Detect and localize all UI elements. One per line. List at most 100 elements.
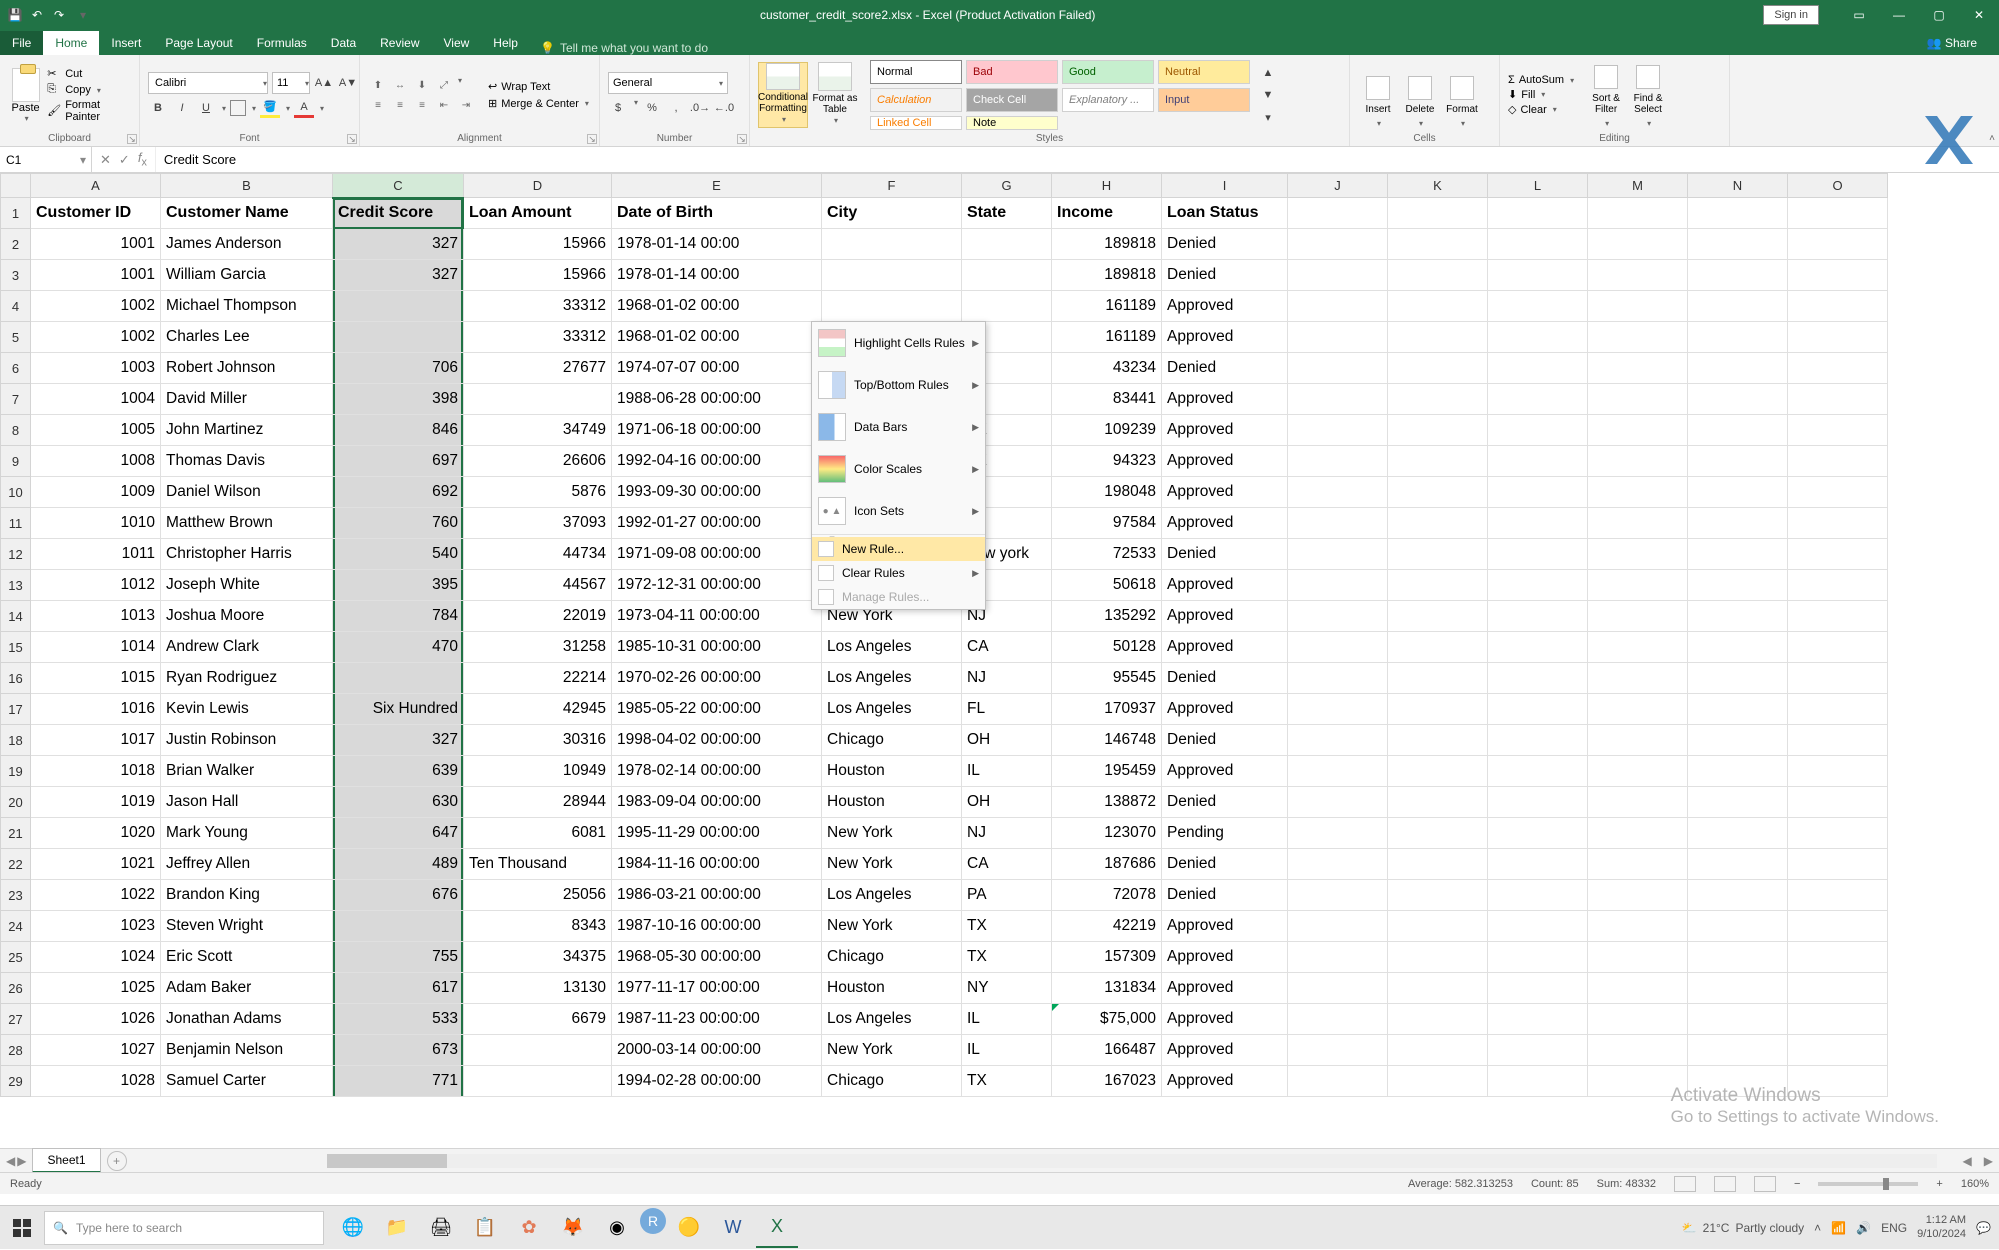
cell-F25[interactable]: Chicago: [822, 942, 962, 973]
cell-I23[interactable]: Denied: [1162, 880, 1288, 911]
column-header-E[interactable]: E: [612, 174, 822, 198]
cell-O2[interactable]: [1788, 229, 1888, 260]
cell-F18[interactable]: Chicago: [822, 725, 962, 756]
cell-O11[interactable]: [1788, 508, 1888, 539]
cell-G16[interactable]: NJ: [962, 663, 1052, 694]
row-header-8[interactable]: 8: [1, 415, 31, 446]
cell-H17[interactable]: 170937: [1052, 694, 1162, 725]
autosum-button[interactable]: ΣAutoSum▾: [1508, 74, 1574, 86]
row-header-22[interactable]: 22: [1, 849, 31, 880]
cell-N28[interactable]: [1688, 1035, 1788, 1066]
cell-H6[interactable]: 43234: [1052, 353, 1162, 384]
cell-J18[interactable]: [1288, 725, 1388, 756]
cell-D21[interactable]: 6081: [464, 818, 612, 849]
cell-H28[interactable]: 166487: [1052, 1035, 1162, 1066]
cell-C10[interactable]: 692: [333, 477, 464, 508]
cell-H22[interactable]: 187686: [1052, 849, 1162, 880]
cell-E12[interactable]: 1971-09-08 00:00:00: [612, 539, 822, 570]
undo-icon[interactable]: ↶: [28, 6, 46, 24]
cell-J25[interactable]: [1288, 942, 1388, 973]
cell-K20[interactable]: [1388, 787, 1488, 818]
cell-E28[interactable]: 2000-03-14 00:00:00: [612, 1035, 822, 1066]
cell-F16[interactable]: Los Angeles: [822, 663, 962, 694]
select-all-corner[interactable]: [1, 174, 31, 198]
cell-C2[interactable]: 327: [333, 229, 464, 260]
cell-F2[interactable]: [822, 229, 962, 260]
cell-K10[interactable]: [1388, 477, 1488, 508]
bold-button[interactable]: B: [148, 98, 168, 118]
cell-D22[interactable]: Ten Thousand: [464, 849, 612, 880]
clipboard-launcher-icon[interactable]: ↘: [127, 134, 137, 144]
cell-C17[interactable]: Six Hundred: [333, 694, 464, 725]
cell-O18[interactable]: [1788, 725, 1888, 756]
cell-E18[interactable]: 1998-04-02 00:00:00: [612, 725, 822, 756]
cell-A4[interactable]: 1002: [31, 291, 161, 322]
row-header-14[interactable]: 14: [1, 601, 31, 632]
cell-I17[interactable]: Approved: [1162, 694, 1288, 725]
cell-B29[interactable]: Samuel Carter: [161, 1066, 333, 1097]
cell-B5[interactable]: Charles Lee: [161, 322, 333, 353]
style-good[interactable]: Good: [1062, 60, 1154, 84]
cell-I25[interactable]: Approved: [1162, 942, 1288, 973]
style-input[interactable]: Input: [1158, 88, 1250, 112]
cell-A24[interactable]: 1023: [31, 911, 161, 942]
row-header-27[interactable]: 27: [1, 1004, 31, 1035]
style-check-cell[interactable]: Check Cell: [966, 88, 1058, 112]
cell-A17[interactable]: 1016: [31, 694, 161, 725]
worksheet-grid[interactable]: ABCDEFGHIJKLMNO1Customer IDCustomer Name…: [0, 173, 1888, 1097]
cell-L18[interactable]: [1488, 725, 1588, 756]
share-button[interactable]: 👥 Share: [1915, 31, 1989, 55]
cell-B2[interactable]: James Anderson: [161, 229, 333, 260]
cell-G1[interactable]: State: [962, 198, 1052, 229]
style-explanatory[interactable]: Explanatory ...: [1062, 88, 1154, 112]
enter-icon[interactable]: ✓: [119, 152, 130, 168]
column-header-C[interactable]: C: [333, 174, 464, 198]
cell-O26[interactable]: [1788, 973, 1888, 1004]
cell-N23[interactable]: [1688, 880, 1788, 911]
cell-A29[interactable]: 1028: [31, 1066, 161, 1097]
cell-M21[interactable]: [1588, 818, 1688, 849]
zoom-slider-knob[interactable]: [1883, 1178, 1889, 1190]
cell-D4[interactable]: 33312: [464, 291, 612, 322]
cell-M7[interactable]: [1588, 384, 1688, 415]
cell-A21[interactable]: 1020: [31, 818, 161, 849]
cell-B18[interactable]: Justin Robinson: [161, 725, 333, 756]
cell-A8[interactable]: 1005: [31, 415, 161, 446]
cell-L25[interactable]: [1488, 942, 1588, 973]
cell-N9[interactable]: [1688, 446, 1788, 477]
cell-C22[interactable]: 489: [333, 849, 464, 880]
row-header-19[interactable]: 19: [1, 756, 31, 787]
zoom-in-icon[interactable]: +: [1936, 1178, 1942, 1190]
cell-E13[interactable]: 1972-12-31 00:00:00: [612, 570, 822, 601]
cell-E7[interactable]: 1988-06-28 00:00:00: [612, 384, 822, 415]
number-launcher-icon[interactable]: ↘: [737, 134, 747, 144]
cell-F21[interactable]: New York: [822, 818, 962, 849]
column-header-F[interactable]: F: [822, 174, 962, 198]
cell-A28[interactable]: 1027: [31, 1035, 161, 1066]
cell-F17[interactable]: Los Angeles: [822, 694, 962, 725]
cell-H29[interactable]: 167023: [1052, 1066, 1162, 1097]
tab-formulas[interactable]: Formulas: [245, 31, 319, 55]
increase-font-icon[interactable]: A▲: [314, 73, 334, 93]
row-header-26[interactable]: 26: [1, 973, 31, 1004]
cell-A6[interactable]: 1003: [31, 353, 161, 384]
row-header-5[interactable]: 5: [1, 322, 31, 353]
cell-I16[interactable]: Denied: [1162, 663, 1288, 694]
cell-D18[interactable]: 30316: [464, 725, 612, 756]
column-header-H[interactable]: H: [1052, 174, 1162, 198]
font-name-combo[interactable]: Calibri▾: [148, 72, 268, 94]
cell-K15[interactable]: [1388, 632, 1488, 663]
cell-O15[interactable]: [1788, 632, 1888, 663]
cell-G29[interactable]: TX: [962, 1066, 1052, 1097]
cell-D1[interactable]: Loan Amount: [464, 198, 612, 229]
cell-L28[interactable]: [1488, 1035, 1588, 1066]
cell-K2[interactable]: [1388, 229, 1488, 260]
cell-A9[interactable]: 1008: [31, 446, 161, 477]
cell-B9[interactable]: Thomas Davis: [161, 446, 333, 477]
cell-O25[interactable]: [1788, 942, 1888, 973]
row-header-21[interactable]: 21: [1, 818, 31, 849]
cell-N19[interactable]: [1688, 756, 1788, 787]
zoom-slider[interactable]: [1818, 1182, 1918, 1186]
cell-B16[interactable]: Ryan Rodriguez: [161, 663, 333, 694]
row-header-13[interactable]: 13: [1, 570, 31, 601]
